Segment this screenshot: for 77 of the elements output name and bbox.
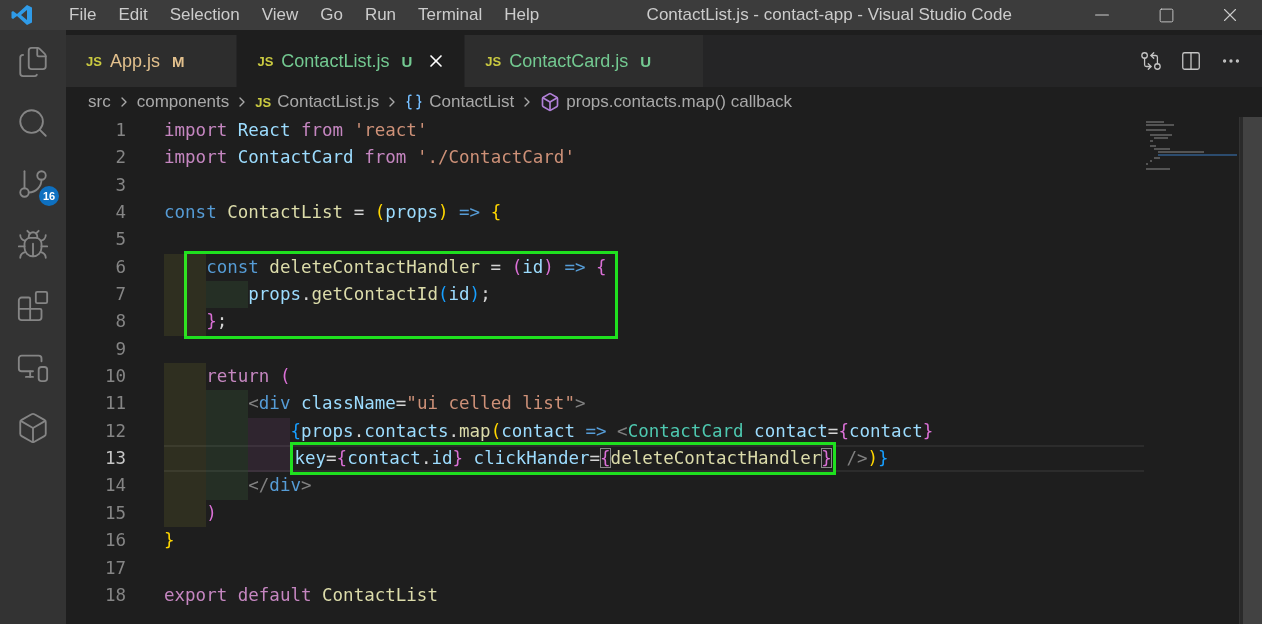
code-text: import ContactCard from './ContactCard' [164, 146, 575, 170]
indent-guide [164, 308, 207, 336]
line-number: 1 [114, 119, 126, 142]
code-text: export default ContactList [164, 583, 438, 607]
compare-changes-icon[interactable] [1140, 50, 1162, 72]
code-text: <div className="ui celled list"> [248, 392, 586, 416]
menu-item[interactable]: View [250, 5, 310, 25]
line-number: 8 [114, 310, 126, 334]
breadcrumb-item[interactable]: props.contacts.map() callback [566, 92, 793, 112]
tab-label: ContactCard.js [509, 50, 629, 72]
maximize-icon[interactable] [1157, 6, 1175, 24]
git-status: U [640, 52, 652, 70]
js-file-icon: JS [485, 53, 502, 69]
code-text: {props.contacts.map(contact => <ContactCard contact={contact} [290, 419, 934, 443]
indent-guide [248, 445, 291, 473]
line-number: 10 [103, 365, 126, 389]
line-number: 2 [114, 146, 126, 170]
code-text: }; [206, 310, 228, 334]
line-number: 3 [114, 173, 126, 197]
menu-item[interactable]: File [58, 5, 108, 25]
editor-tab[interactable]: JS App.js M [66, 35, 238, 87]
menu-item[interactable]: Terminal [407, 5, 494, 25]
line-number: 12 [103, 419, 126, 443]
cube-icon [540, 92, 561, 112]
line-number: 4 [114, 201, 126, 225]
breadcrumb-item[interactable]: ContactList [429, 92, 515, 112]
line-number: 17 [103, 556, 126, 580]
line-number: 5 [114, 228, 126, 252]
code-text: </div> [248, 474, 312, 498]
js-file-icon: JS [86, 53, 102, 69]
code-text: ) [206, 501, 217, 525]
split-editor-icon[interactable] [1180, 50, 1202, 72]
line-number: 6 [114, 255, 126, 279]
tab-label: ContactList.js [281, 50, 390, 72]
variable-icon [405, 93, 424, 111]
menu-item[interactable]: Run [353, 5, 408, 25]
indent-guide [164, 472, 207, 500]
js-file-icon: JS [257, 53, 274, 69]
indent-guide [206, 417, 249, 446]
breadcrumb-item[interactable]: components [136, 92, 230, 112]
breadcrumb-item[interactable]: ContactList.js [277, 92, 380, 112]
line-number: 7 [114, 283, 126, 307]
editor-tab[interactable]: JS ContactList.js U [237, 35, 466, 87]
menu-item[interactable]: Help [493, 5, 551, 25]
line-number: 16 [103, 529, 126, 553]
window-title: ContactList.js - contact-app - Visual Studio Code [645, 5, 1013, 25]
code-text: const deleteContactHandler = (id) => { [206, 255, 607, 279]
indent-guide [206, 472, 249, 500]
indent-guide [248, 417, 291, 446]
menu-item[interactable]: Go [309, 5, 354, 25]
line-number: 14 [103, 474, 126, 498]
line-number: 9 [114, 337, 126, 361]
git-status: U [401, 52, 413, 70]
code-text: return ( [206, 365, 291, 389]
editor-tab[interactable]: JS ContactCard.js U [465, 35, 705, 87]
line-number: 13 [103, 447, 126, 471]
code-text: />)} [845, 447, 889, 471]
menu-item[interactable]: Selection [158, 5, 251, 25]
code-text: import React from 'react' [164, 119, 428, 142]
indent-guide [164, 417, 207, 446]
breadcrumb-item[interactable]: src [88, 92, 111, 112]
indent-guide [206, 445, 249, 473]
code-text: } [164, 529, 175, 553]
code-text: props.getContactId(id); [248, 283, 491, 307]
git-status: M [171, 52, 185, 70]
tab-label: App.js [109, 50, 160, 72]
menu-item[interactable]: Edit [107, 5, 159, 25]
code-text: const ContactList = (props) => { [164, 201, 502, 225]
line-number: 11 [103, 392, 126, 416]
indent-guide [164, 445, 207, 473]
app-logo-icon [10, 3, 34, 27]
count-badge: 16 [39, 186, 59, 206]
line-number: 15 [103, 501, 126, 525]
line-number: 18 [103, 583, 126, 607]
scrollbar[interactable] [1239, 117, 1262, 624]
js-file-icon: JS [255, 94, 272, 110]
indent-guide [164, 253, 207, 282]
